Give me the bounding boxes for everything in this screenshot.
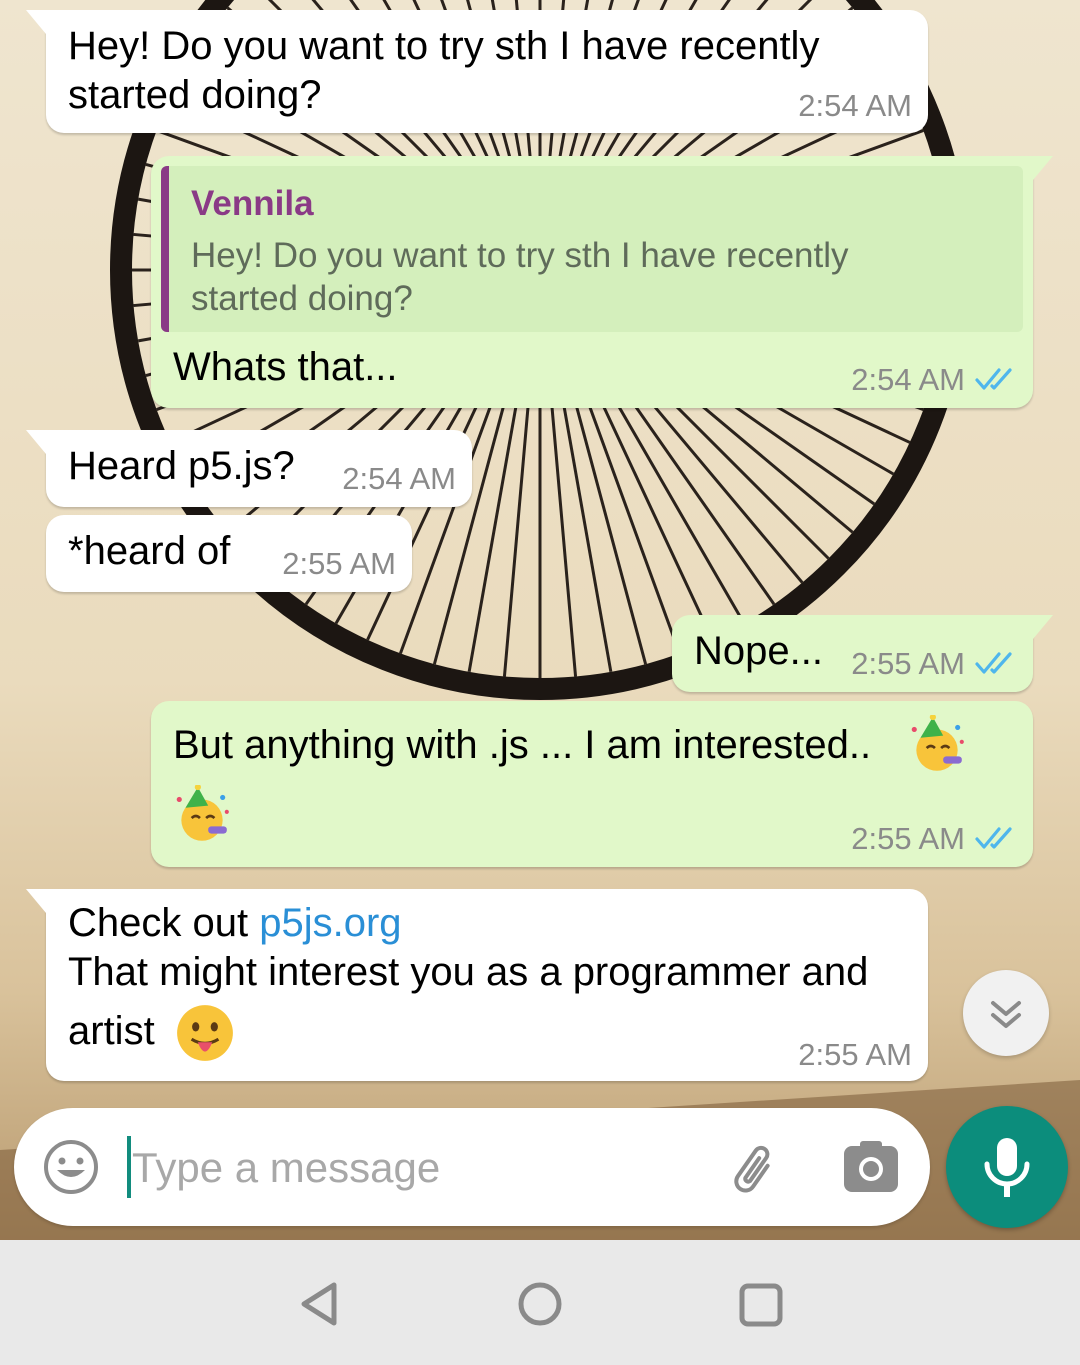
- square-recents-icon[interactable]: [738, 1282, 784, 1328]
- voice-record-button[interactable]: [946, 1106, 1068, 1228]
- message-bubble-incoming[interactable]: Heard p5.js? 2:54 AM: [26, 430, 472, 507]
- scroll-to-bottom-button[interactable]: [963, 970, 1049, 1056]
- quoted-text: started doing?: [191, 279, 413, 318]
- bubble-tail: [1033, 156, 1053, 180]
- message-text: Hey! Do you want to try sth I have recen…: [68, 24, 820, 68]
- message-time: 2:55 AM: [851, 821, 965, 856]
- message-text-prefix: Check out: [68, 901, 260, 945]
- message-input[interactable]: Type a message: [132, 1144, 440, 1192]
- double-check-icon: [975, 652, 1012, 674]
- bubble-tail: [1033, 615, 1053, 639]
- double-check-icon: [975, 368, 1012, 390]
- system-navigation-bar: [0, 1240, 1080, 1365]
- bubble-tail: [26, 10, 46, 34]
- triangle-back-icon[interactable]: [296, 1280, 344, 1328]
- paperclip-icon[interactable]: [724, 1138, 786, 1200]
- message-time: 2:54 AM: [798, 88, 912, 123]
- quoted-text: Hey! Do you want to try sth I have recen…: [191, 236, 849, 275]
- mic-icon: [984, 1138, 1030, 1197]
- message-text: *heard of: [68, 529, 231, 573]
- message-text: Whats that...: [173, 345, 398, 389]
- message-bubble-incoming[interactable]: Check out p5js.org That might interest y…: [26, 889, 928, 1081]
- bubble-tail: [26, 430, 46, 454]
- text-cursor: [127, 1136, 131, 1198]
- bubble-tail: [26, 889, 46, 913]
- message-time: 2:55 AM: [282, 546, 396, 581]
- message-bubble-outgoing[interactable]: Nope... 2:55 AM: [672, 615, 1053, 692]
- message-time: 2:55 AM: [851, 646, 965, 681]
- message-bubble-outgoing[interactable]: Vennila Hey! Do you want to try sth I ha…: [151, 156, 1053, 408]
- message-text: started doing?: [68, 73, 322, 117]
- circle-home-icon[interactable]: [516, 1280, 564, 1328]
- quote-accent-bar: [161, 166, 169, 332]
- message-text: Check out p5js.org: [68, 899, 402, 948]
- message-text: That might interest you as a programmer …: [68, 950, 869, 994]
- message-text: Heard p5.js?: [68, 444, 295, 488]
- emoji-icon[interactable]: [42, 1138, 100, 1196]
- quoted-sender-name: Vennila: [191, 184, 314, 223]
- partying-face-emoji: [911, 715, 964, 771]
- message-bubble-incoming[interactable]: *heard of 2:55 AM: [46, 515, 412, 592]
- message-time: 2:55 AM: [798, 1037, 912, 1072]
- quoted-message[interactable]: Vennila Hey! Do you want to try sth I ha…: [161, 166, 1023, 332]
- message-text: But anything with .js ... I am intereste…: [173, 723, 872, 767]
- chevron-double-down-icon: [991, 1001, 1021, 1028]
- message-bubble-outgoing[interactable]: But anything with .js ... I am intereste…: [151, 701, 1033, 867]
- double-check-icon: [975, 827, 1012, 849]
- message-link[interactable]: p5js.org: [259, 901, 401, 945]
- message-composer: Type a message: [14, 1108, 930, 1226]
- message-bubble-incoming[interactable]: Hey! Do you want to try sth I have recen…: [26, 10, 928, 133]
- camera-icon[interactable]: [842, 1140, 900, 1194]
- message-text: Nope...: [694, 629, 823, 673]
- tongue-out-emoji: [177, 1005, 233, 1061]
- message-text: artist: [68, 1009, 155, 1053]
- partying-face-emoji: [176, 785, 229, 841]
- message-time: 2:54 AM: [342, 461, 456, 496]
- message-time: 2:54 AM: [851, 362, 965, 397]
